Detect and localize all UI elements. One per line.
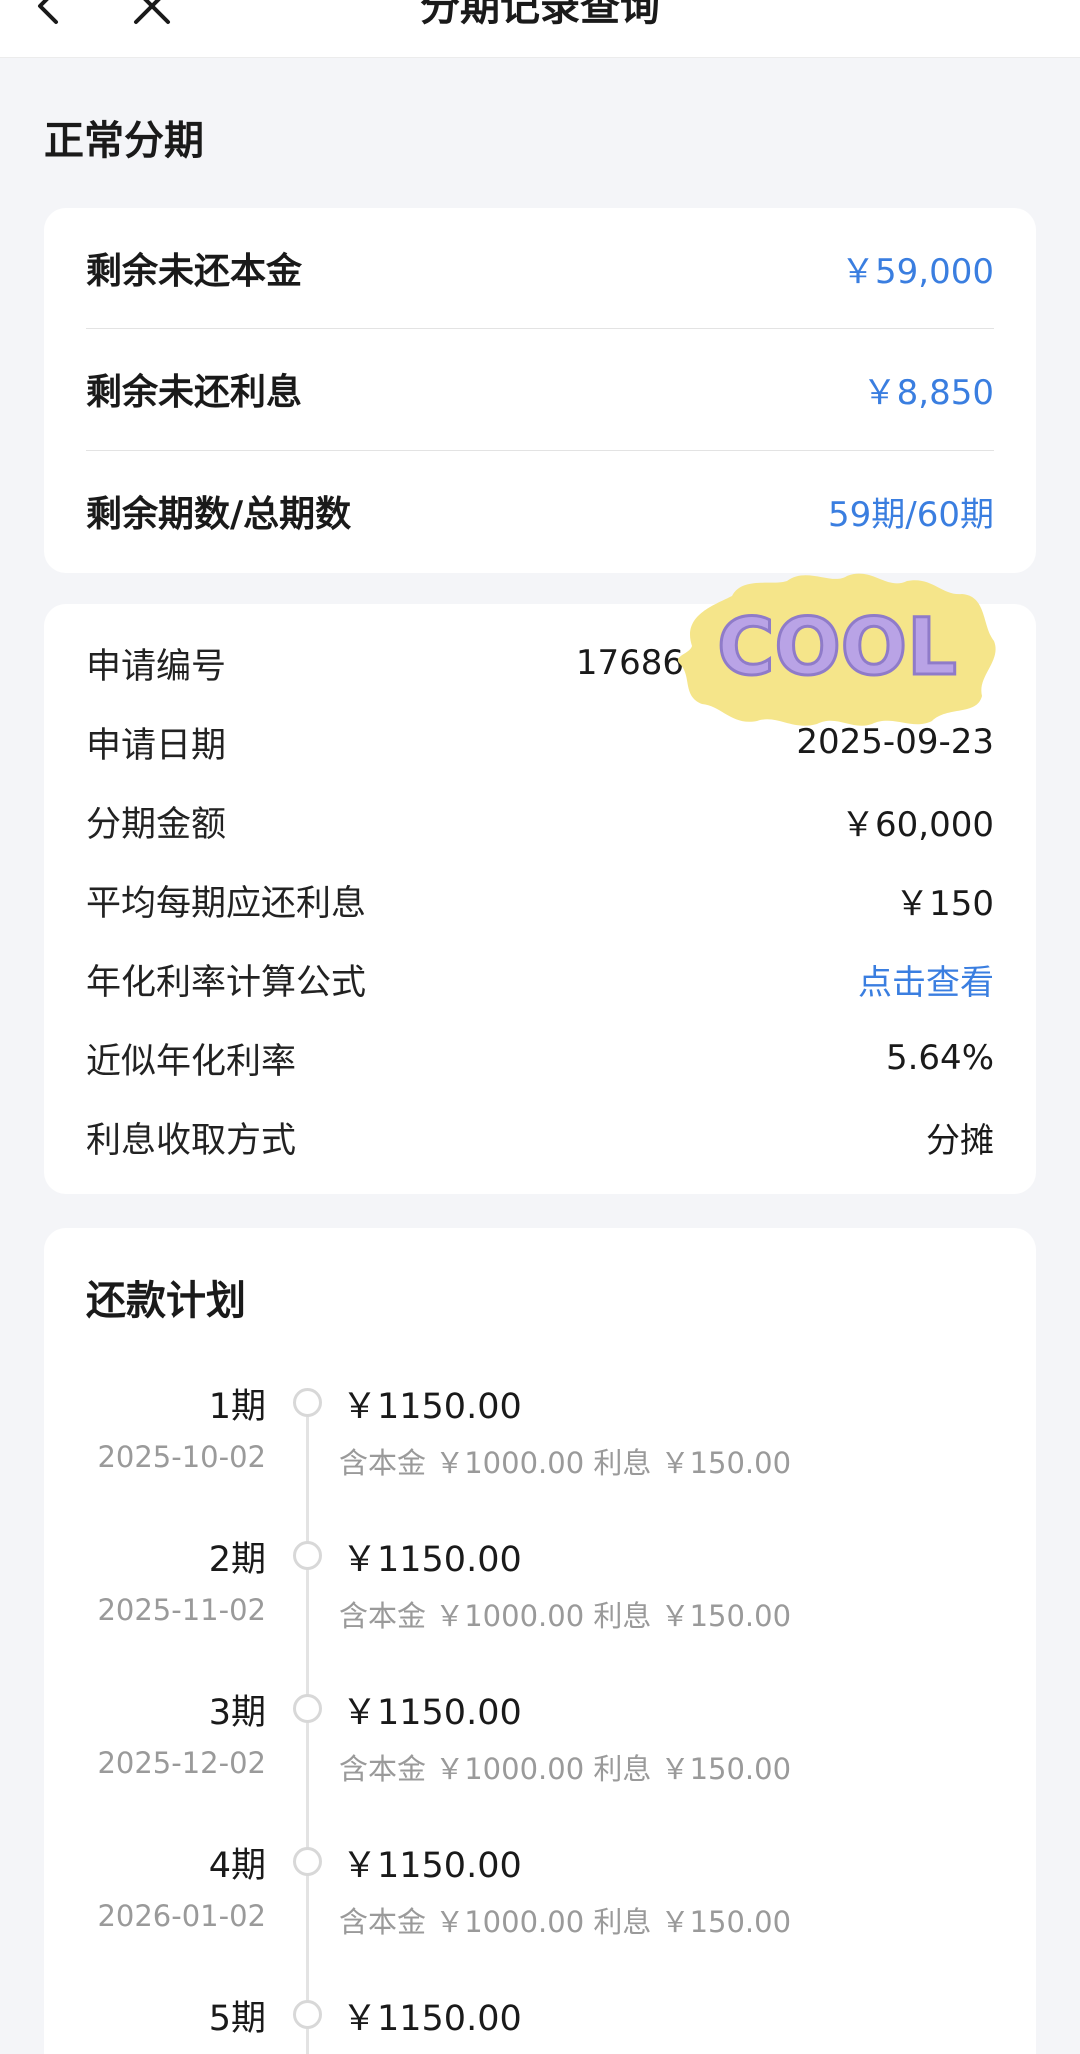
plan-period: 4期 — [208, 1846, 266, 1886]
plan-amount: ￥1150.00 — [342, 1693, 522, 1733]
plan-period: 5期 — [208, 1999, 266, 2039]
application-number-label: 申请编号 — [86, 646, 227, 687]
remaining-principal-label: 剩余未还本金 — [86, 251, 303, 292]
plan-date: 2025-10-02 — [97, 1440, 266, 1474]
plan-detail: 含本金 ￥1000.00 利息 ￥150.00 — [339, 1446, 792, 1480]
application-date-label: 申请日期 — [86, 725, 227, 766]
annual-rate-row: 近似年化利率 5.64% — [86, 1028, 994, 1088]
annual-rate-value: 5.64% — [885, 1038, 994, 1078]
remaining-periods-label: 剩余期数/总期数 — [86, 494, 352, 535]
plan-item: 2期 ￥1150.00 2025-11-02 含本金 ￥1000.00 利息 ￥… — [44, 1531, 1036, 1684]
remaining-periods-value: 59期/60期 — [828, 494, 994, 535]
avg-interest-value: ￥150 — [895, 883, 994, 924]
interest-method-label: 利息收取方式 — [86, 1120, 297, 1161]
summary-card: 剩余未还本金 ￥59,000 剩余未还利息 ￥8,850 剩余期数/总期数 59… — [44, 208, 1036, 573]
cool-sticker: COOL — [677, 573, 996, 726]
plan-period: 2期 — [208, 1540, 266, 1580]
rate-formula-row: 年化利率计算公式 点击查看 — [86, 949, 994, 1009]
plan-item: 3期 ￥1150.00 2025-12-02 含本金 ￥1000.00 利息 ￥… — [44, 1684, 1036, 1837]
plan-detail: 含本金 ￥1000.00 利息 ￥150.00 — [339, 1905, 792, 1939]
installment-amount-label: 分期金额 — [86, 804, 227, 845]
page-title: 分期记录查询 — [420, 0, 660, 30]
avg-interest-label: 平均每期应还利息 — [86, 883, 367, 924]
timeline-dot — [293, 1694, 322, 1723]
plan-period: 3期 — [208, 1693, 266, 1733]
repayment-plan-title: 还款计划 — [86, 1278, 246, 1324]
plan-amount: ￥1150.00 — [342, 1846, 522, 1886]
plan-date: 2025-12-02 — [97, 1746, 266, 1780]
remaining-principal-row: 剩余未还本金 ￥59,000 — [86, 208, 994, 328]
plan-period: 1期 — [208, 1387, 266, 1427]
plan-date: 2026-01-02 — [97, 1899, 266, 1933]
repayment-plan-card: 还款计划 1期 ￥1150.00 2025-10-02 含本金 ￥1000.00… — [44, 1228, 1036, 2054]
interest-method-value: 分摊 — [926, 1120, 994, 1161]
remaining-interest-row: 剩余未还利息 ￥8,850 — [86, 329, 994, 449]
svg-text:COOL: COOL — [717, 603, 957, 693]
timeline-dot — [293, 1388, 322, 1417]
installment-amount-row: 分期金额 ￥60,000 — [86, 791, 994, 851]
annual-rate-label: 近似年化利率 — [86, 1041, 297, 1082]
section-title: 正常分期 — [44, 118, 204, 164]
remaining-principal-value: ￥59,000 — [841, 251, 994, 292]
plan-amount: ￥1150.00 — [342, 1387, 522, 1427]
remaining-periods-row: 剩余期数/总期数 59期/60期 — [86, 451, 994, 571]
installment-amount-value: ￥60,000 — [841, 804, 994, 845]
view-formula-link[interactable]: 点击查看 — [858, 955, 994, 1004]
timeline-dot — [293, 2000, 322, 2029]
interest-method-row: 利息收取方式 分摊 — [86, 1107, 994, 1167]
plan-detail: 含本金 ￥1000.00 利息 ￥150.00 — [339, 1752, 792, 1786]
plan-date: 2025-11-02 — [97, 1593, 266, 1627]
timeline-dot — [293, 1847, 322, 1876]
plan-item: 5期 ￥1150.00 — [44, 1990, 1036, 2054]
plan-amount: ￥1150.00 — [342, 1540, 522, 1580]
rate-formula-label: 年化利率计算公式 — [86, 962, 367, 1003]
plan-item: 4期 ￥1150.00 2026-01-02 含本金 ￥1000.00 利息 ￥… — [44, 1837, 1036, 1990]
timeline-dot — [293, 1541, 322, 1570]
plan-detail: 含本金 ￥1000.00 利息 ￥150.00 — [339, 1599, 792, 1633]
plan-item: 1期 ￥1150.00 2025-10-02 含本金 ￥1000.00 利息 ￥… — [44, 1378, 1036, 1531]
plan-amount: ￥1150.00 — [342, 1999, 522, 2039]
navigation-bar: 分期记录查询 — [0, 0, 1080, 58]
remaining-interest-label: 剩余未还利息 — [86, 372, 303, 413]
remaining-interest-value: ￥8,850 — [862, 372, 994, 413]
avg-interest-row: 平均每期应还利息 ￥150 — [86, 870, 994, 930]
application-number-value: 17686 — [575, 643, 684, 683]
